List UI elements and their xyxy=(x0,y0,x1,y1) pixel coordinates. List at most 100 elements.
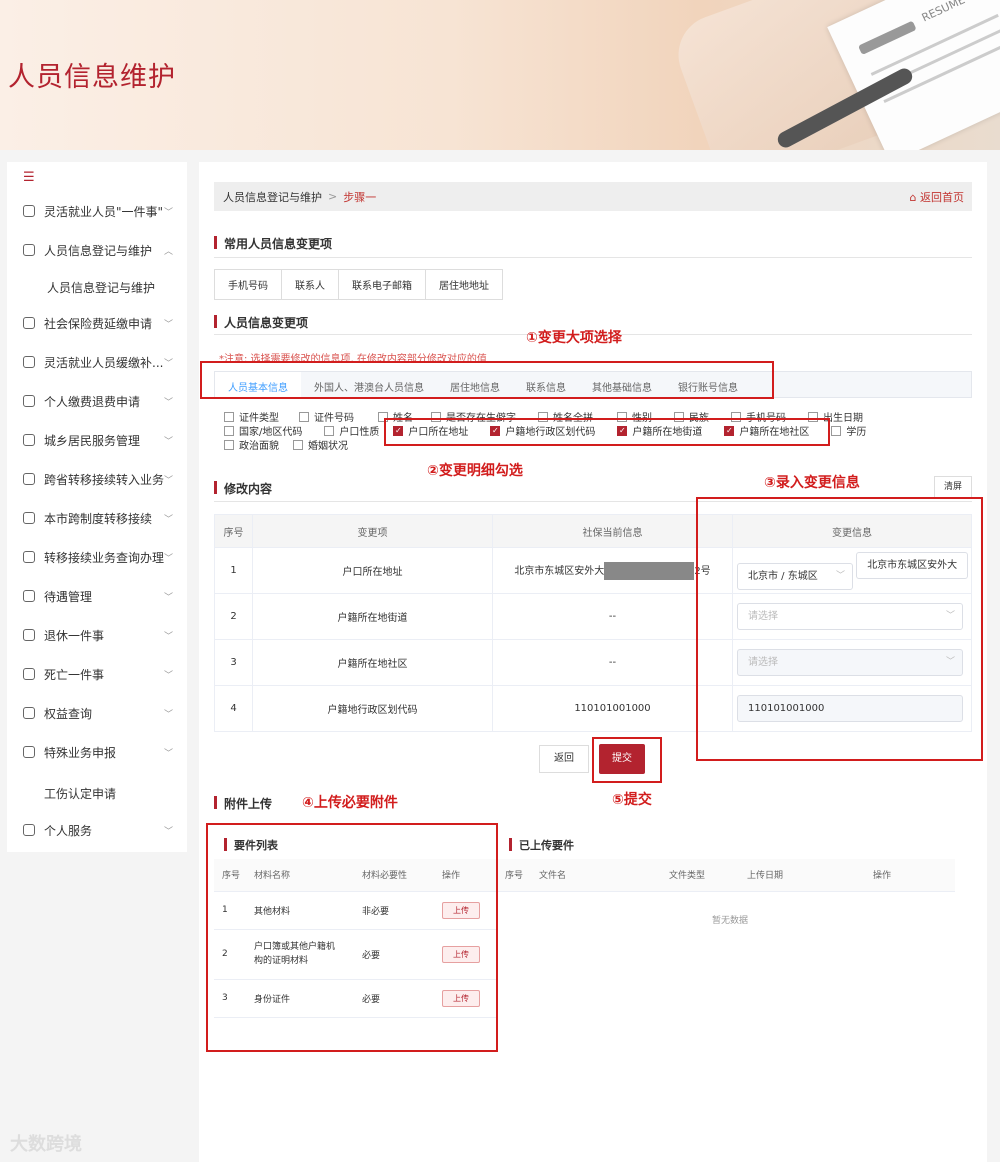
checkbox-icon[interactable] xyxy=(224,439,234,450)
checkbox-icon[interactable] xyxy=(293,439,303,450)
annotation-box-5 xyxy=(592,737,662,783)
sidebar-item-label: 灵活就业人员缓缴补... xyxy=(44,355,164,370)
clipboard-clip xyxy=(858,20,917,55)
cell-item: 户籍所在地社区 xyxy=(252,639,493,686)
checkbox-option[interactable]: 婚姻状况 xyxy=(293,437,348,452)
checkbox-label: 婚姻状况 xyxy=(308,441,348,452)
cell-item: 户籍所在地街道 xyxy=(252,593,493,640)
checkbox-label: 国家/地区代码 xyxy=(239,427,303,438)
home-link-label: 返回首页 xyxy=(920,190,964,204)
checkbox-option[interactable]: 证件号码 xyxy=(299,409,354,424)
uploaded-docs-table: 序号 文件名 文件类型 上传日期 操作 暂无数据 xyxy=(497,859,955,947)
quick-item-phone[interactable]: 手机号码 xyxy=(214,269,282,300)
checkbox-icon[interactable] xyxy=(831,425,842,436)
sidebar-item-label: 灵活就业人员"一件事" xyxy=(44,204,164,219)
sidebar-item-label: 退休一件事 xyxy=(44,628,105,643)
sidebar-item-label: 权益查询 xyxy=(44,706,93,721)
section-title-change: 人员信息变更项 xyxy=(214,314,308,331)
sidebar-item[interactable]: 个人缴费退费申请 ﹀ xyxy=(7,386,187,416)
chevron-icon: ﹀ xyxy=(163,709,173,720)
annotation-box-2 xyxy=(384,418,830,446)
sidebar: ☰ 灵活就业人员"一件事" ﹀ 人员信息登记与维护 ︿ 社会保险费延缴申请 ﹀ 灵活就业人员… xyxy=(7,162,187,852)
sidebar-item[interactable]: 灵活就业人员缓缴补... ﹀ xyxy=(7,347,187,377)
sidebar-item-label: 转移接续业务查询办理 xyxy=(44,550,165,565)
sidebar-item[interactable]: 跨省转移接续转入业务 ﹀ xyxy=(7,464,187,494)
sidebar-item[interactable]: 灵活就业人员"一件事" ﹀ xyxy=(7,196,187,226)
menu-toggle-icon[interactable]: ☰ xyxy=(23,170,35,185)
checkbox-icon[interactable] xyxy=(324,425,335,436)
checkbox-label: 证件类型 xyxy=(239,413,279,424)
sidebar-item-label: 人员信息登记与维护 xyxy=(44,243,153,258)
col-header-type: 文件类型 xyxy=(661,859,739,892)
quick-item-email[interactable]: 联系电子邮箱 xyxy=(338,269,426,300)
sidebar-item[interactable]: 权益查询 ﹀ xyxy=(7,698,187,728)
sidebar-item-label: 死亡一件事 xyxy=(44,667,105,682)
sidebar-item[interactable]: 本市跨制度转移接续 ﹀ xyxy=(7,503,187,533)
annotation-label-3: ③录入变更信息 xyxy=(764,475,860,491)
checkbox-icon[interactable] xyxy=(224,411,234,422)
sidebar-subitem-injury[interactable]: 工伤认定申请 xyxy=(44,785,116,802)
clear-button[interactable]: 清屏 xyxy=(934,476,972,498)
sidebar-item[interactable]: 个人服务 ﹀ xyxy=(7,815,187,845)
col-header-file: 文件名 xyxy=(531,859,661,892)
checkbox-option[interactable]: 户口性质 xyxy=(324,423,379,438)
checkbox-icon[interactable] xyxy=(299,411,309,422)
page-banner: RESUME 人员信息维护 xyxy=(0,0,1000,150)
page-title: 人员信息维护 xyxy=(8,62,176,93)
sidebar-item[interactable]: 人员信息登记与维护 ︿ xyxy=(7,235,187,265)
annotation-label-1: ①变更大项选择 xyxy=(526,330,622,346)
chevron-icon: ﹀ xyxy=(163,358,173,369)
sidebar-item[interactable]: 死亡一件事 ﹀ xyxy=(7,659,187,689)
cell-no: 1 xyxy=(214,547,253,594)
menu-item-icon xyxy=(23,551,35,563)
chevron-icon: ﹀ xyxy=(163,631,173,642)
checkbox-option[interactable]: 国家/地区代码 xyxy=(224,423,302,438)
divider xyxy=(214,257,972,258)
menu-item-icon xyxy=(23,629,35,641)
sidebar-item[interactable]: 城乡居民服务管理 ﹀ xyxy=(7,425,187,455)
col-header-op: 操作 xyxy=(865,859,955,892)
cell-no: 3 xyxy=(214,639,253,686)
breadcrumb-parent[interactable]: 人员信息登记与维护 xyxy=(223,189,322,205)
menu-item-icon xyxy=(23,434,35,446)
chevron-icon: ﹀ xyxy=(163,670,173,681)
menu-item-icon xyxy=(23,512,35,524)
annotation-box-3 xyxy=(696,497,983,761)
resume-label: RESUME xyxy=(919,0,968,25)
sidebar-item-label: 社会保险费延缴申请 xyxy=(44,316,153,331)
sidebar-item[interactable]: 待遇管理 ﹀ xyxy=(7,581,187,611)
menu-item-icon xyxy=(23,746,35,758)
menu-item-icon xyxy=(23,395,35,407)
chevron-icon: ﹀ xyxy=(163,475,173,486)
menu-item-icon xyxy=(23,707,35,719)
menu-item-icon xyxy=(23,244,35,256)
menu-item-icon xyxy=(23,205,35,217)
menu-item-icon xyxy=(23,824,35,836)
empty-state: 暂无数据 xyxy=(711,915,748,926)
checkbox-option[interactable]: 证件类型 xyxy=(224,409,279,424)
chevron-icon: ﹀ xyxy=(163,748,173,759)
checkbox-option[interactable]: 学历 xyxy=(831,423,866,438)
sidebar-item-label: 个人服务 xyxy=(44,823,93,838)
annotation-label-4: ④上传必要附件 xyxy=(302,795,398,811)
col-header-no: 序号 xyxy=(497,859,531,892)
chevron-icon: ﹀ xyxy=(163,319,173,330)
sidebar-item[interactable]: 转移接续业务查询办理 ﹀ xyxy=(7,542,187,572)
current-text: 北京市东城区安外大 xyxy=(514,565,605,577)
checkbox-icon[interactable] xyxy=(224,425,234,436)
checkbox-label: 证件号码 xyxy=(314,413,354,424)
cell-no: 2 xyxy=(214,593,253,640)
home-link[interactable]: ⌂ 返回首页 xyxy=(910,189,964,205)
quick-item-contact[interactable]: 联系人 xyxy=(281,269,339,300)
sidebar-subitem-person-info[interactable]: 人员信息登记与维护 xyxy=(47,279,155,296)
checkbox-option[interactable]: 政治面貌 xyxy=(224,437,279,452)
cell-no: 4 xyxy=(214,685,253,732)
sidebar-item[interactable]: 社会保险费延缴申请 ﹀ xyxy=(7,308,187,338)
watermark: 大数跨境 xyxy=(10,1134,82,1155)
sidebar-item[interactable]: 退休一件事 ﹀ xyxy=(7,620,187,650)
sidebar-item[interactable]: 特殊业务申报 ﹀ xyxy=(7,737,187,767)
back-button[interactable]: 返回 xyxy=(539,745,589,773)
quick-item-address[interactable]: 居住地地址 xyxy=(425,269,503,300)
menu-item-icon xyxy=(23,590,35,602)
col-header-no: 序号 xyxy=(214,514,253,548)
